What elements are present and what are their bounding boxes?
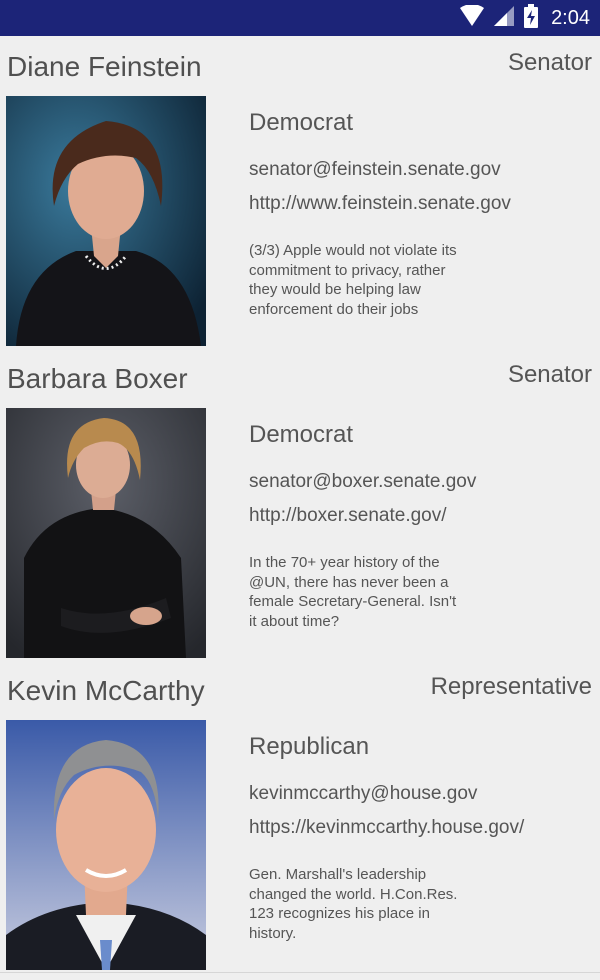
official-email[interactable]: senator@feinstein.senate.gov: [249, 158, 501, 182]
official-title: Senator: [507, 361, 592, 388]
official-photo: [6, 408, 206, 658]
official-photo: [6, 720, 206, 970]
official-photo: [6, 96, 206, 346]
clock-time: 2:04: [551, 6, 590, 29]
status-icons: 2:04: [459, 0, 590, 36]
signal-icon: [493, 5, 515, 31]
official-url[interactable]: https://kevinmccarthy.house.gov/: [249, 816, 524, 840]
official-title: Senator: [507, 49, 592, 76]
official-tweet: Gen. Marshall's leadership changed the w…: [249, 866, 458, 942]
official-card[interactable]: Diane Feinstein Senator Democrat senator…: [0, 36, 600, 349]
official-party: Republican: [249, 733, 370, 760]
official-url[interactable]: http://boxer.senate.gov/: [249, 504, 447, 528]
officials-list[interactable]: Diane Feinstein Senator Democrat senator…: [0, 36, 600, 980]
official-party: Democrat: [249, 109, 354, 136]
status-bar: 2:04: [0, 0, 600, 36]
official-email[interactable]: kevinmccarthy@house.gov: [249, 782, 477, 806]
official-name: Barbara Boxer: [7, 363, 188, 394]
battery-charging-icon: [523, 4, 539, 32]
official-title: Representative: [430, 673, 592, 700]
official-name: Kevin McCarthy: [7, 675, 205, 706]
wifi-icon: [459, 4, 485, 31]
official-name: Diane Feinstein: [7, 51, 202, 82]
official-tweet: In the 70+ year history of the @UN, ther…: [249, 554, 457, 630]
official-card[interactable]: Barbara Boxer Senator Democrat senator@b…: [0, 348, 600, 661]
official-card[interactable]: Kevin McCarthy Representative Republican…: [0, 660, 600, 973]
official-email[interactable]: senator@boxer.senate.gov: [249, 470, 476, 494]
official-tweet: (3/3) Apple would not violate its commit…: [249, 242, 457, 318]
official-url[interactable]: http://www.feinstein.senate.gov: [249, 192, 511, 216]
official-party: Democrat: [249, 421, 354, 448]
